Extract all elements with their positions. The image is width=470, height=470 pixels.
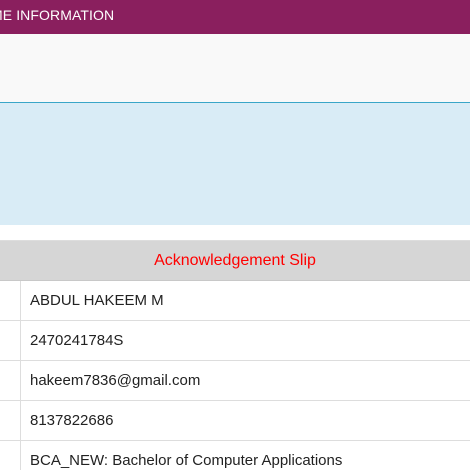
phone-value: 8137822686 bbox=[30, 412, 114, 429]
acknowledgement-table: Acknowledgement Slip ABDUL HAKEEM M 2470… bbox=[0, 240, 470, 470]
table-row-course: BCA_NEW: Bachelor of Computer Applicatio… bbox=[0, 441, 470, 470]
acknowledgement-slip-heading: Acknowledgement Slip bbox=[0, 241, 470, 281]
table-row-email: hakeem7836@gmail.com bbox=[0, 361, 470, 401]
label-cell bbox=[0, 321, 21, 360]
info-panel bbox=[0, 103, 470, 225]
course-value: BCA_NEW: Bachelor of Computer Applicatio… bbox=[30, 452, 343, 469]
label-cell bbox=[0, 441, 21, 470]
email-value: hakeem7836@gmail.com bbox=[30, 372, 201, 389]
label-cell bbox=[0, 361, 21, 400]
applicant-name-value: ABDUL HAKEEM M bbox=[30, 292, 164, 309]
table-row-name: ABDUL HAKEEM M bbox=[0, 281, 470, 321]
blank-content-strip bbox=[0, 34, 470, 103]
page: ME INFORMATION Acknowledgement Slip ABDU… bbox=[0, 0, 470, 470]
table-row-phone: 8137822686 bbox=[0, 401, 470, 441]
label-cell bbox=[0, 281, 21, 320]
label-cell bbox=[0, 401, 21, 440]
section-header-bar: ME INFORMATION bbox=[0, 0, 470, 34]
application-number-value: 2470241784S bbox=[30, 332, 124, 349]
table-row-application-number: 2470241784S bbox=[0, 321, 470, 361]
section-title: ME INFORMATION bbox=[0, 7, 115, 23]
